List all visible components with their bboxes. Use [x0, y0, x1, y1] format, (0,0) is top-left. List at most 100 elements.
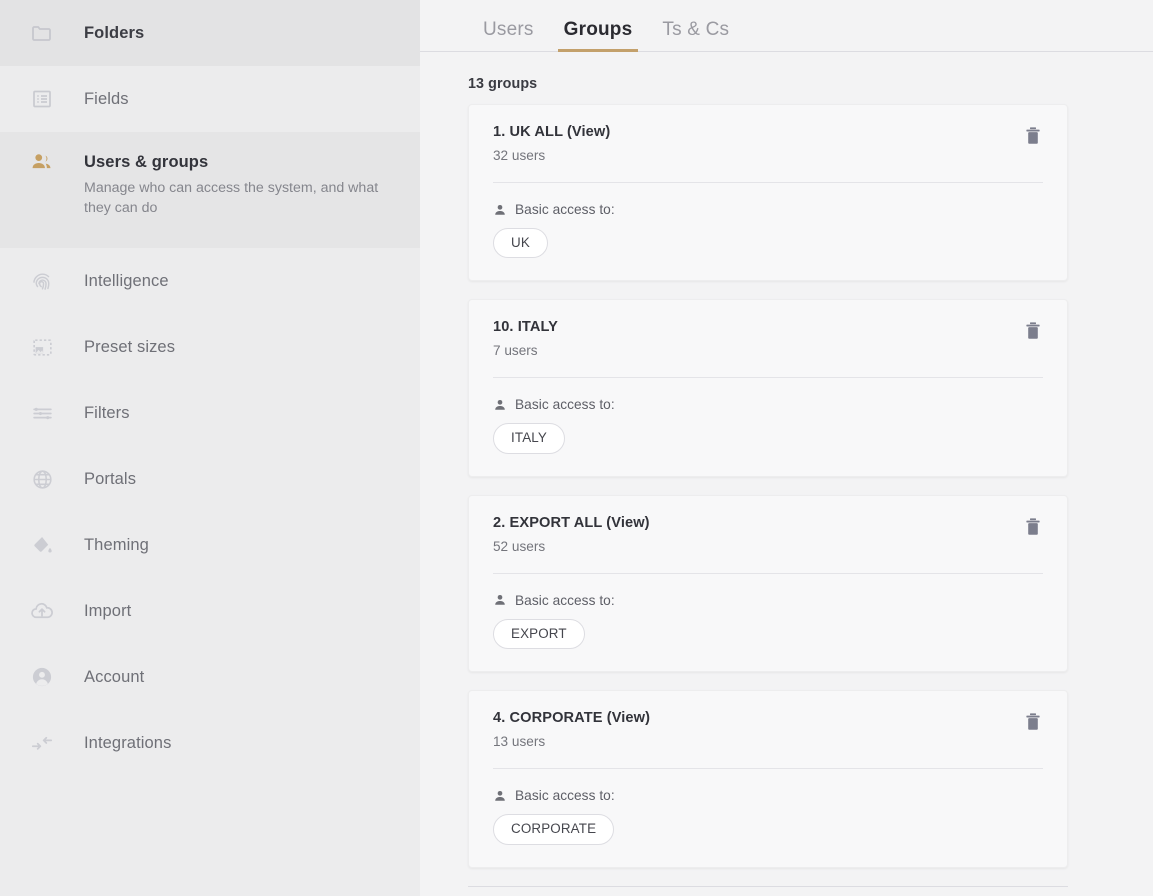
sidebar-item-fields-body: Fields [84, 66, 396, 132]
access-label: Basic access to: [515, 397, 615, 413]
access-row: Basic access to: [493, 593, 1043, 608]
card-divider [493, 572, 1043, 574]
sidebar-item-account[interactable]: Account [0, 644, 420, 710]
person-icon [493, 398, 507, 412]
access-chip[interactable]: CORPORATE [493, 814, 615, 845]
tab-groups[interactable]: Groups [549, 20, 648, 52]
group-title: 10. ITALY [493, 319, 558, 336]
sidebar-item-filters[interactable]: Filters [0, 380, 420, 446]
group-card-info: 1. UK ALL (View) 32 users [493, 123, 610, 165]
paint-bucket-icon [26, 512, 58, 578]
sidebar-item-theming-body: Theming [84, 512, 396, 578]
group-card[interactable]: 1. UK ALL (View) 32 users Basic access t… [468, 104, 1068, 282]
access-chips: EXPORT [493, 618, 1043, 650]
access-chip[interactable]: UK [493, 228, 548, 259]
trash-icon [1023, 713, 1043, 736]
group-card[interactable]: 10. ITALY 7 users Basic access to: ITALY [468, 299, 1068, 477]
group-count-label: 13 groups [468, 76, 538, 92]
access-chip[interactable]: ITALY [493, 423, 565, 454]
trash-icon [1023, 518, 1043, 541]
trash-icon [1023, 322, 1043, 345]
group-card-header: 4. CORPORATE (View) 13 users [493, 709, 1043, 751]
sidebar-item-filters-body: Filters [84, 380, 396, 446]
group-card-info: 10. ITALY 7 users [493, 318, 558, 360]
sidebar-item-label: Theming [84, 535, 149, 554]
group-user-count: 13 users [493, 734, 546, 749]
group-title: 4. CORPORATE (View) [493, 710, 651, 727]
access-label: Basic access to: [515, 202, 615, 218]
sidebar-item-users-groups-body: Users & groups Manage who can access the… [84, 132, 396, 219]
sidebar-item-description: Manage who can access the system, and wh… [84, 179, 379, 217]
access-row: Basic access to: [493, 788, 1043, 803]
tab-ts-and-cs[interactable]: Ts & Cs [647, 20, 744, 51]
person-icon [493, 789, 507, 803]
group-card-header: 10. ITALY 7 users [493, 318, 1043, 360]
account-circle-icon [26, 644, 58, 710]
access-chips: CORPORATE [493, 814, 1043, 845]
sidebar-item-account-body: Account [84, 644, 396, 710]
sidebar-item-folders-body: Folders [84, 0, 396, 66]
sidebar-item-label: Intelligence [84, 271, 169, 290]
sidebar-item-integrations-body: Integrations [84, 710, 396, 776]
settings-sidebar: Folders Fields Users & groups Manage who… [0, 0, 420, 896]
tab-bar: Users Groups Ts & Cs [420, 0, 1153, 52]
sliders-icon [26, 380, 58, 446]
sidebar-item-label: Import [84, 601, 132, 620]
group-card-header: 2. EXPORT ALL (View) 52 users [493, 514, 1043, 556]
access-label: Basic access to: [515, 592, 615, 608]
delete-group-button[interactable] [1019, 512, 1047, 542]
globe-icon [26, 446, 58, 512]
image-frame-icon [26, 314, 58, 380]
integrations-arrows-icon [26, 710, 58, 776]
access-chip[interactable]: EXPORT [493, 618, 585, 650]
sidebar-item-intelligence-body: Intelligence [84, 248, 396, 314]
cloud-upload-icon [26, 578, 58, 644]
sidebar-item-import[interactable]: Import [0, 578, 420, 644]
sidebar-item-intelligence[interactable]: Intelligence [0, 248, 420, 314]
person-icon [493, 593, 507, 607]
sidebar-item-users-groups[interactable]: Users & groups Manage who can access the… [0, 132, 420, 248]
access-row: Basic access to: [493, 202, 1043, 217]
group-card[interactable]: 2. EXPORT ALL (View) 52 users Basic acce… [468, 494, 1068, 673]
sidebar-item-label: Portals [84, 469, 137, 488]
card-divider [493, 768, 1043, 770]
sidebar-item-preset-sizes[interactable]: Preset sizes [0, 314, 420, 380]
sidebar-item-label: Folders [84, 23, 145, 42]
trash-icon [1023, 127, 1043, 150]
group-card-header: 1. UK ALL (View) 32 users [493, 123, 1043, 165]
folder-icon [26, 0, 58, 66]
sidebar-item-preset-sizes-body: Preset sizes [84, 314, 396, 380]
group-user-count: 52 users [493, 538, 546, 554]
sidebar-item-theming[interactable]: Theming [0, 512, 420, 578]
group-title: 2. EXPORT ALL (View) [493, 514, 650, 531]
sidebar-item-portals[interactable]: Portals [0, 446, 420, 512]
users-icon [26, 132, 58, 192]
group-title: 1. UK ALL (View) [493, 124, 611, 140]
group-list: 1. UK ALL (View) 32 users Basic access t… [420, 104, 1153, 868]
sidebar-item-label: Preset sizes [84, 337, 176, 356]
app-root: Folders Fields Users & groups Manage who… [0, 0, 1153, 896]
group-user-count: 32 users [493, 147, 546, 163]
group-card[interactable]: 4. CORPORATE (View) 13 users Basic acces… [468, 690, 1068, 868]
delete-group-button[interactable] [1019, 316, 1047, 346]
sidebar-item-integrations[interactable]: Integrations [0, 710, 420, 776]
card-divider [493, 377, 1043, 379]
sidebar-item-import-body: Import [84, 578, 396, 644]
group-card-info: 2. EXPORT ALL (View) 52 users [493, 514, 650, 556]
card-divider [493, 182, 1043, 184]
tab-users[interactable]: Users [468, 20, 549, 51]
sidebar-item-portals-body: Portals [84, 446, 396, 512]
access-chips: ITALY [493, 423, 1043, 454]
delete-group-button[interactable] [1019, 121, 1047, 151]
groups-footer: + Add group [420, 887, 1153, 896]
sidebar-item-fields[interactable]: Fields [0, 66, 420, 132]
person-icon [493, 203, 507, 217]
sidebar-item-label: Filters [84, 403, 130, 422]
group-card-info: 4. CORPORATE (View) 13 users [493, 709, 650, 751]
sidebar-item-folders[interactable]: Folders [0, 0, 420, 66]
delete-group-button[interactable] [1019, 707, 1047, 737]
access-label: Basic access to: [515, 788, 615, 804]
sidebar-item-label: Fields [84, 89, 129, 108]
list-icon [26, 66, 58, 132]
group-user-count: 7 users [493, 343, 538, 359]
